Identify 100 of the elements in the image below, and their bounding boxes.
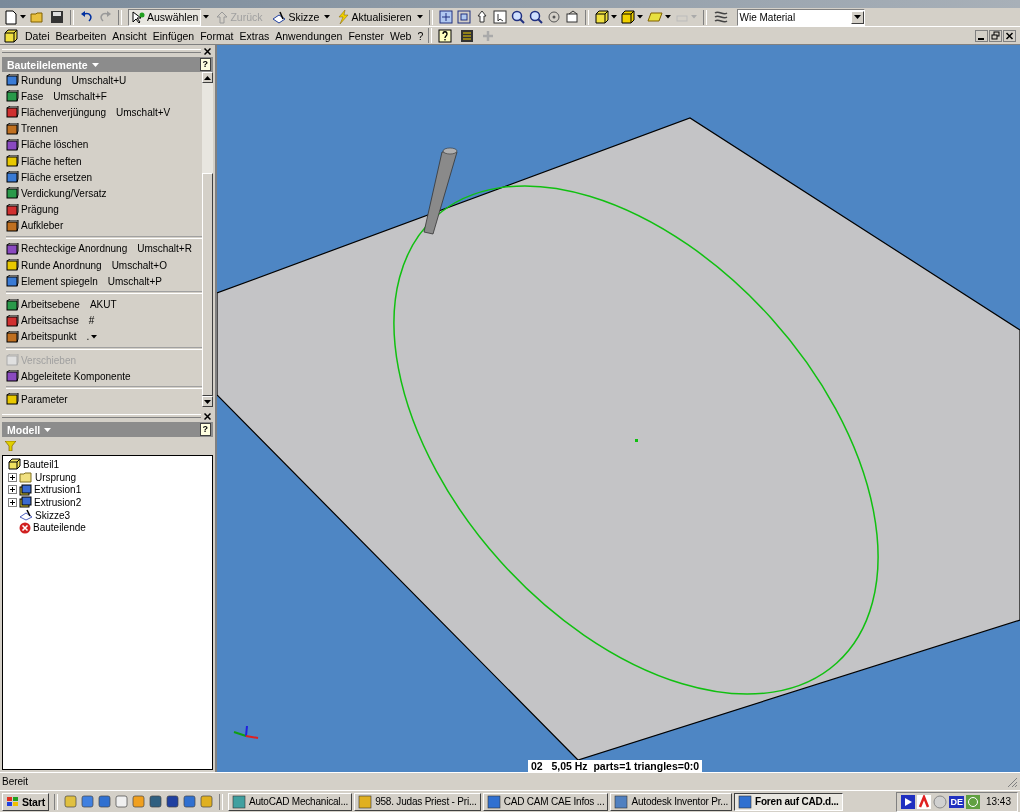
help-button[interactable]: ? [199,58,211,71]
grid-icon[interactable] [460,28,475,43]
toolbar-button[interactable]: Skizze [269,8,323,26]
lightning-icon [337,10,350,24]
panel-header[interactable]: Bauteilelemente ? [2,57,213,72]
language-indicator[interactable]: DE [949,795,964,808]
feature-command[interactable]: Element spiegeln Umschalt+P [6,273,202,290]
zoom-icon[interactable] [528,10,543,24]
help-button[interactable]: ? [199,423,211,436]
taskbar-button[interactable]: 958. Judas Priest - Pri... [354,792,481,811]
feature-command[interactable]: Aufkleber [6,217,202,234]
dropdown-arrow-icon[interactable] [20,15,26,19]
tree-item[interactable]: Ursprung [35,471,77,483]
expand-toggle-icon[interactable] [8,485,17,495]
app-icon [358,794,373,809]
menu-item[interactable]: Datei [22,29,53,42]
feature-icon [6,393,19,406]
feature-command[interactable]: Arbeitsachse # [6,312,202,329]
pan-icon[interactable] [474,10,489,24]
toolbar-button[interactable]: Aktualisieren [334,8,415,26]
menu-item[interactable]: ? [414,29,427,42]
play-icon[interactable] [901,794,916,809]
caret-icon[interactable] [91,62,99,67]
minimize-icon[interactable] [975,29,988,42]
feature-command[interactable]: Arbeitspunkt . [6,328,202,345]
dropdown-arrow-icon[interactable] [636,15,643,19]
taskbar-button[interactable]: Foren auf CAD.d... [734,792,843,811]
quick-launch-icon[interactable] [79,794,95,809]
feature-command[interactable]: Rechteckige Anordnung Umschalt+R [6,240,202,258]
clock: 13:43 [985,796,1011,807]
undo-icon[interactable] [80,11,94,23]
feature-command[interactable]: Runde Anordnung Umschalt+O [6,257,202,274]
feature-command[interactable]: Trennen [6,120,202,137]
cube-icon[interactable] [594,10,609,24]
quick-launch-icon[interactable] [96,794,112,809]
taskbar-button[interactable]: Autodesk Inventor Pr... [610,792,733,811]
toolbar-button[interactable]: Auswählen [128,8,202,26]
feature-command[interactable]: Parameter [6,391,202,407]
menu-item[interactable]: Fenster [345,29,387,42]
quick-launch-icon[interactable] [147,794,163,809]
tree-item[interactable]: Extrusion1 [34,484,82,496]
part-icon[interactable] [4,28,18,43]
quick-launch-icon[interactable] [164,794,180,809]
tree-item[interactable]: Bauteil1 [23,458,60,470]
expand-toggle-icon[interactable] [8,497,17,507]
clock-icon[interactable] [965,794,980,809]
caret-icon[interactable] [44,427,52,432]
3d-viewport[interactable]: 02 5,05 Hz parts=1 triangles=0:0 [215,45,1020,772]
feature-command[interactable]: Verdickung/Versatz [6,185,202,202]
taskbar-button[interactable]: CAD CAM CAE Infos ... [482,792,609,811]
tree-item[interactable]: Skizze3 [35,509,70,521]
tree-item[interactable]: Bauteilende [33,522,86,534]
close-icon[interactable] [1003,29,1016,42]
scroll-down-icon[interactable] [204,399,211,404]
material-icon[interactable] [712,10,729,24]
menu-item[interactable]: Einfügen [149,29,198,42]
feature-icon [6,155,19,168]
menu-item[interactable]: Ansicht [109,29,150,42]
taskbar-button[interactable]: AutoCAD Mechanical... [227,792,353,811]
dropdown-arrow-icon[interactable] [324,15,331,19]
menu-item[interactable]: Anwendungen [272,29,346,42]
antivirus-icon[interactable] [917,794,932,809]
menu-item[interactable]: Bearbeiten [52,29,110,42]
dropdown-arrow-icon[interactable] [664,15,671,19]
zoom-icon[interactable] [510,10,525,24]
feature-command[interactable]: Fase Umschalt+F [6,88,202,105]
menu-item[interactable]: Web [387,29,415,42]
feature-command[interactable]: Abgeleitete Komponente [6,368,202,385]
start-button[interactable]: Start [2,792,49,811]
scrollbar[interactable] [202,72,213,407]
dropdown-arrow-icon[interactable] [203,15,210,19]
dropdown-arrow-icon[interactable] [416,15,423,19]
menu-item[interactable]: Format [197,29,237,42]
feature-command[interactable]: Arbeitsebene AKUT [6,296,202,313]
tree-item[interactable]: Extrusion2 [34,496,82,508]
material-dropdown[interactable]: Wie Material [736,8,865,26]
resize-grip-icon[interactable] [1006,775,1018,788]
zoom-window-icon[interactable] [456,10,471,24]
dropdown-arrow-icon[interactable] [91,334,98,339]
help-icon[interactable] [438,28,453,43]
panel-header[interactable]: Modell ? [2,422,213,437]
plane-icon[interactable] [646,12,663,22]
quick-launch-icon[interactable] [181,794,197,809]
close-icon[interactable] [204,412,211,420]
feature-command[interactable]: Flächenverjüngung Umschalt+V [6,104,202,121]
menu-item[interactable]: Extras [236,29,273,42]
dropdown-arrow-icon[interactable] [610,15,617,19]
feature-command[interactable]: Rundung Umschalt+U [6,72,202,89]
feature-command[interactable]: Fläche löschen [6,136,202,153]
feature-command[interactable]: Fläche heften [6,152,202,170]
close-icon[interactable] [204,47,211,55]
zoom-all-icon[interactable] [438,10,453,24]
scroll-thumb[interactable] [202,173,213,396]
new-file-icon[interactable] [4,9,18,25]
expand-toggle-icon[interactable] [8,472,17,482]
restore-icon[interactable] [989,29,1002,42]
feature-command[interactable]: Prägung [6,201,202,218]
scroll-up-icon[interactable] [204,75,211,80]
cube-icon[interactable] [620,10,635,24]
feature-command[interactable]: Fläche ersetzen [6,169,202,186]
